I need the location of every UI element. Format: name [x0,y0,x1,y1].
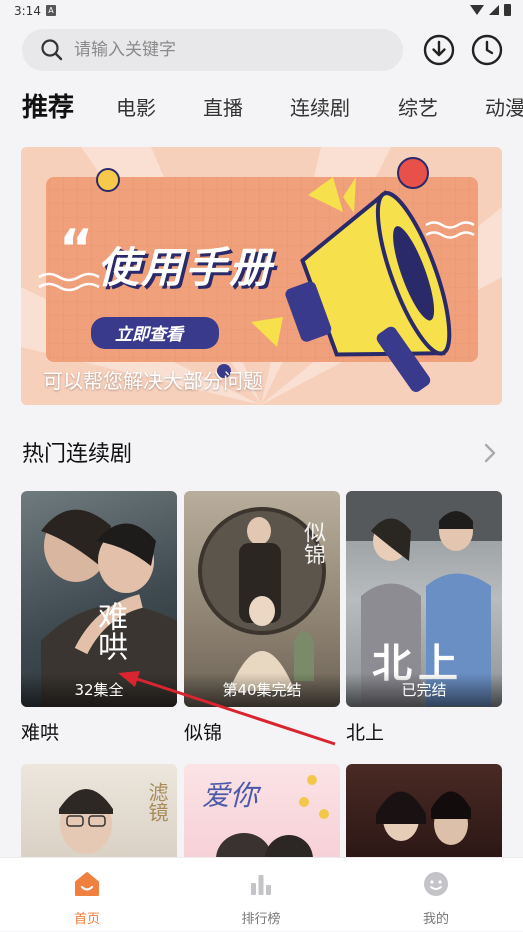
poster-image [376,791,471,845]
status-right [470,4,511,16]
smiley-icon [424,872,448,896]
search-icon [41,39,63,61]
poster-card-lvjing[interactable]: 滤镜 [21,764,177,864]
search-input[interactable] [74,40,354,60]
banner-button[interactable]: 立即查看 [115,320,183,345]
poster-card-3[interactable] [346,764,502,864]
poster-card-aini[interactable]: 爱你 [184,764,340,864]
poster-card-nanhong[interactable]: 难哄 32集全 [21,491,177,707]
banner-caption: 可以帮您解决大部分问题 [43,369,263,393]
history-icon[interactable] [471,34,503,66]
notification-icon: A [46,5,56,16]
tab-live[interactable]: 直播 [203,86,243,130]
tab-series[interactable]: 连续剧 [290,86,350,130]
episode-badge: 32集全 [21,673,177,707]
episode-badge: 已完结 [346,673,502,707]
poster-title-art: 难哄 [92,601,127,661]
nav-profile[interactable]: 我的 [386,858,486,932]
card-title[interactable]: 难哄 [21,718,59,745]
tab-variety[interactable]: 综艺 [398,86,438,130]
bar-chart-icon [251,875,271,895]
banner-quote-mark: “ [59,219,94,279]
download-icon[interactable] [423,34,455,66]
status-bar: 3:14 A [0,0,523,22]
poster-card-beishang[interactable]: 北上 已完结 [346,491,502,707]
category-tabs: 推荐 电影 直播 连续剧 综艺 动漫 [0,86,523,130]
tab-anime[interactable]: 动漫 [485,86,523,130]
nav-label: 我的 [422,912,449,927]
poster-title-art: 爱你 [202,779,259,812]
banner[interactable]: “ 使用手册 立即查看 可以帮您解决大部分问题 [21,147,502,405]
search-bar[interactable] [22,29,403,71]
poster-title-art: 似锦 [300,521,325,565]
tab-movies[interactable]: 电影 [116,86,156,130]
poster-title-art: 滤镜 [145,782,169,822]
card-title[interactable]: 似锦 [184,718,222,745]
status-time: 3:14 [14,4,41,18]
bottom-nav: 首页 排行榜 我的 [0,857,523,931]
tab-recommend[interactable]: 推荐 [22,86,74,130]
battery-icon [504,4,511,16]
section-title: 热门连续剧 [22,442,133,467]
wifi-icon [470,5,484,15]
home-icon [75,872,99,896]
nav-label: 排行榜 [241,912,281,927]
nav-home[interactable]: 首页 [37,858,137,932]
episode-badge: 第40集完结 [184,673,340,707]
signal-icon [489,5,499,15]
card-title[interactable]: 北上 [346,718,384,745]
nav-label: 首页 [73,912,100,927]
nav-ranking[interactable]: 排行榜 [211,858,311,932]
chevron-right-icon[interactable] [483,441,497,465]
banner-headline: 使用手册 [97,243,274,292]
poster-card-sijin[interactable]: 似锦 第40集完结 [184,491,340,707]
